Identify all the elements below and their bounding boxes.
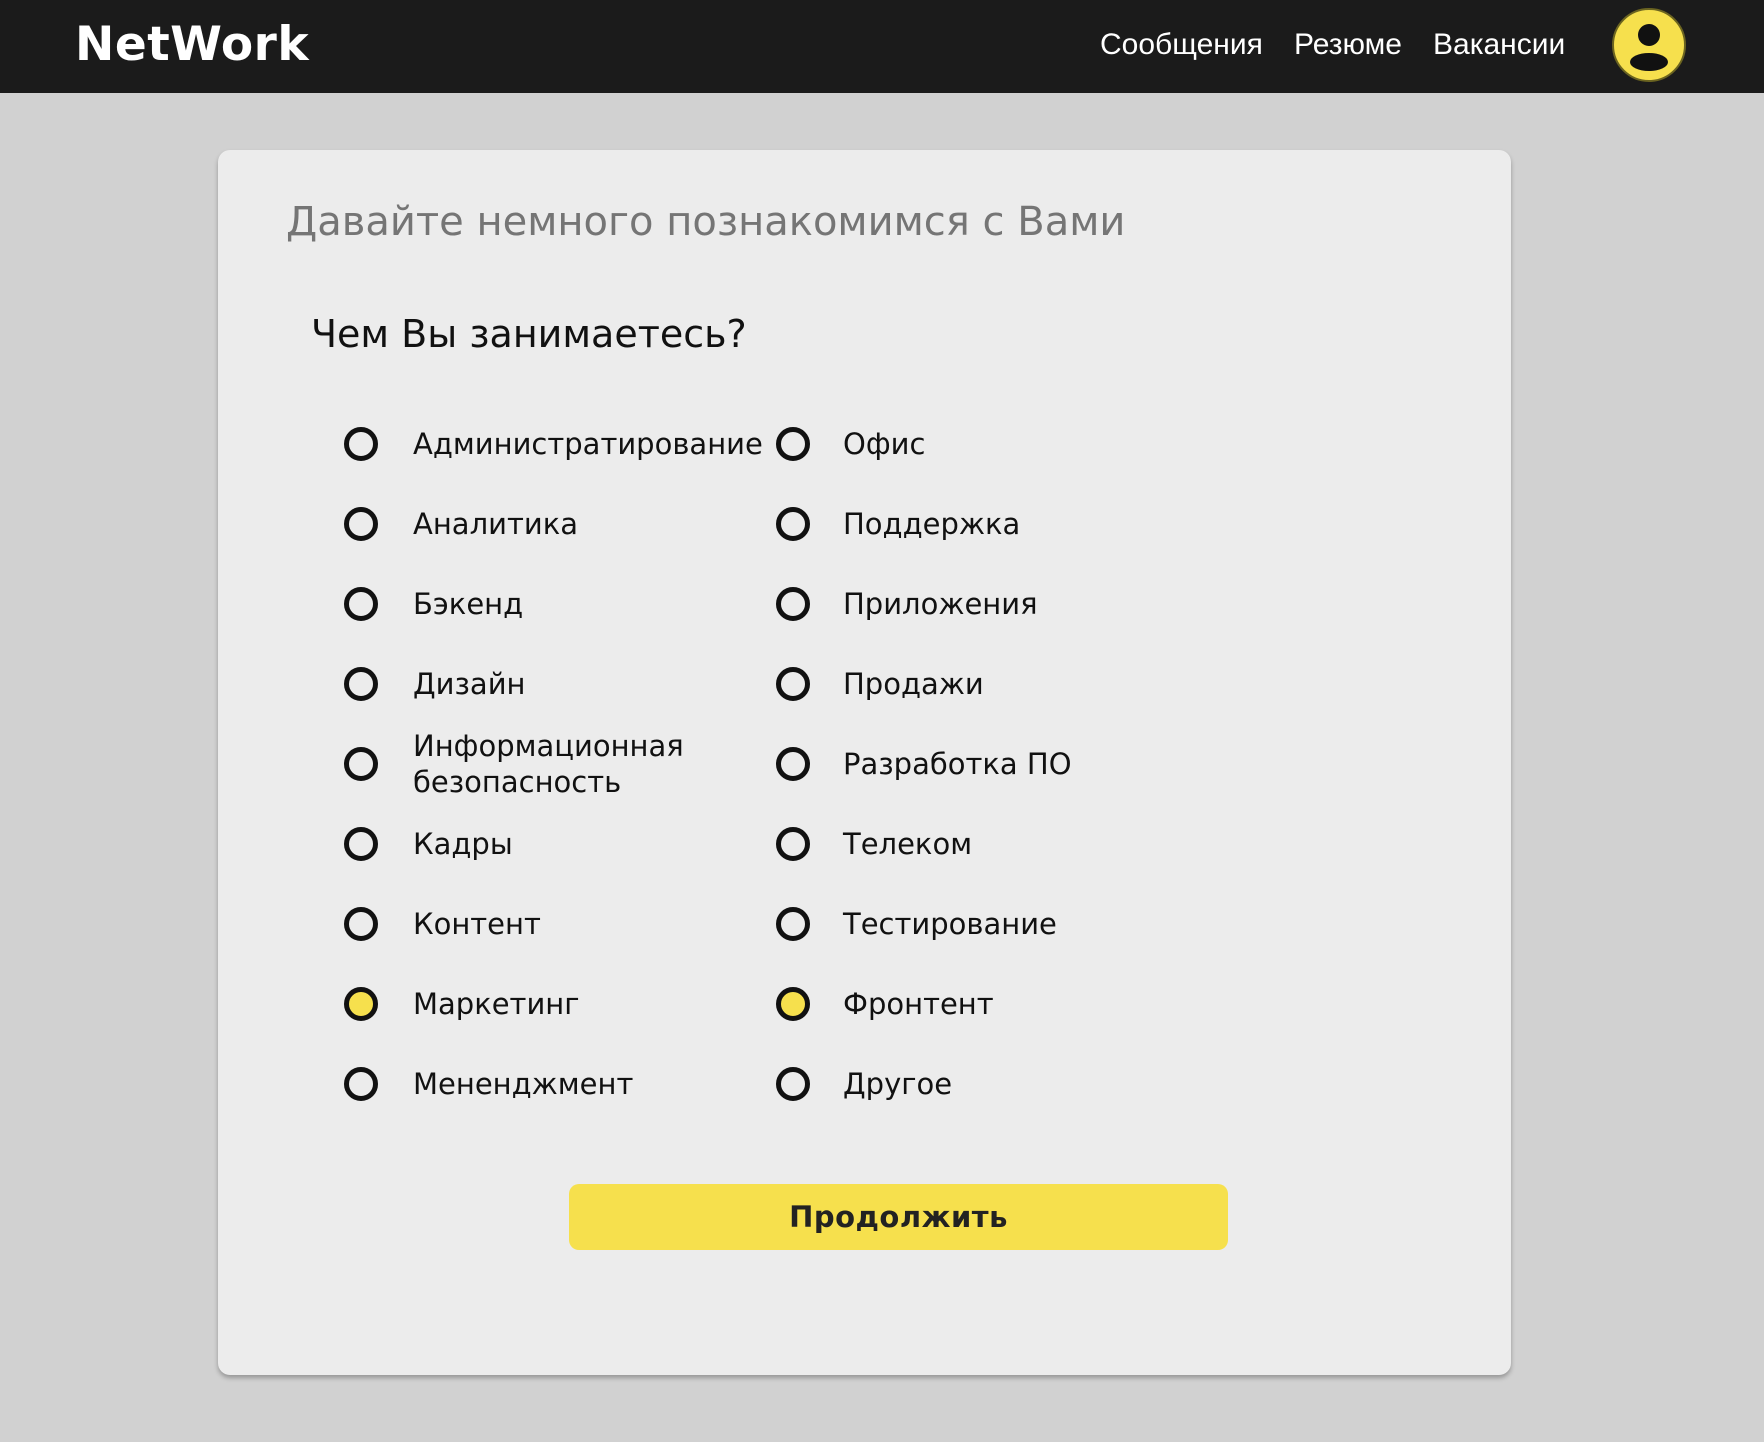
- radio-checked[interactable]: [344, 987, 378, 1021]
- radio-unchecked[interactable]: [344, 747, 378, 781]
- option-label: Телеком: [843, 827, 973, 861]
- radio-unchecked[interactable]: [776, 827, 810, 861]
- radio-unchecked[interactable]: [776, 507, 810, 541]
- radio-unchecked[interactable]: [776, 1067, 810, 1101]
- option-label: Контент: [413, 907, 541, 941]
- option-label: Маркетинг: [413, 987, 580, 1021]
- user-icon: [1630, 24, 1668, 71]
- option-label: Офис: [843, 427, 926, 461]
- continue-button[interactable]: Продолжить: [569, 1184, 1228, 1250]
- nav-link-vacancies[interactable]: Вакансии: [1433, 24, 1565, 66]
- radio-unchecked[interactable]: [344, 1067, 378, 1101]
- nav-link-messages[interactable]: Сообщения: [1100, 24, 1263, 66]
- question-heading: Чем Вы занимаетесь?: [311, 312, 747, 356]
- option-label: Аналитика: [413, 507, 578, 541]
- option-label: Продажи: [843, 667, 984, 701]
- app-logo[interactable]: NetWork: [75, 16, 309, 74]
- option-label: Поддержка: [843, 507, 1021, 541]
- option-label: Информационная безопасность: [413, 728, 684, 800]
- option-label-line: Информационная: [413, 729, 684, 763]
- onboarding-card: Давайте немного познакомимся с Вами Чем …: [218, 150, 1511, 1375]
- top-navigation-bar: NetWork Сообщения Резюме Вакансии: [0, 0, 1764, 93]
- option-label: Мененджмент: [413, 1067, 634, 1101]
- option-label: Фронтент: [843, 987, 994, 1021]
- radio-unchecked[interactable]: [344, 427, 378, 461]
- radio-unchecked[interactable]: [344, 587, 378, 621]
- option-label: Администратирование: [413, 427, 763, 461]
- radio-unchecked[interactable]: [344, 907, 378, 941]
- option-label: Другое: [843, 1067, 953, 1101]
- radio-unchecked[interactable]: [344, 667, 378, 701]
- nav-link-resume[interactable]: Резюме: [1294, 24, 1402, 66]
- radio-unchecked[interactable]: [344, 827, 378, 861]
- option-label: Бэкенд: [413, 587, 524, 621]
- option-label: Кадры: [413, 827, 513, 861]
- greeting-heading: Давайте немного познакомимся с Вами: [286, 199, 1126, 245]
- radio-checked[interactable]: [776, 987, 810, 1021]
- option-label-line: безопасность: [413, 765, 622, 799]
- radio-unchecked[interactable]: [776, 587, 810, 621]
- radio-unchecked[interactable]: [776, 667, 810, 701]
- option-label: Тестирование: [843, 907, 1057, 941]
- radio-unchecked[interactable]: [776, 427, 810, 461]
- radio-unchecked[interactable]: [776, 907, 810, 941]
- option-label: Приложения: [843, 587, 1038, 621]
- radio-unchecked[interactable]: [776, 747, 810, 781]
- option-label: Разработка ПО: [843, 747, 1072, 781]
- option-label: Дизайн: [413, 667, 526, 701]
- radio-unchecked[interactable]: [344, 507, 378, 541]
- user-avatar[interactable]: [1612, 8, 1686, 82]
